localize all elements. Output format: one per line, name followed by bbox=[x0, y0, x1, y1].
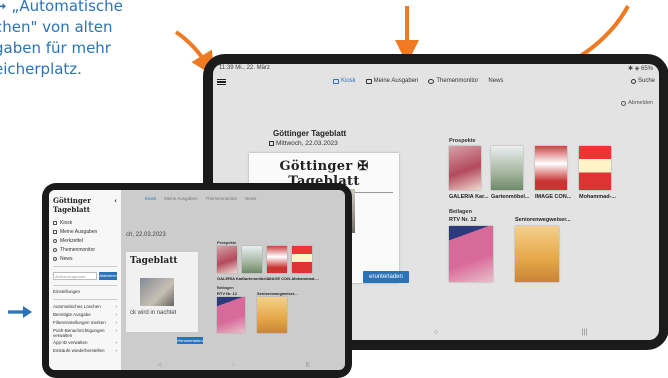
tab-themenmonitor[interactable]: Themenmonitor bbox=[428, 78, 478, 84]
beilage-thumb[interactable] bbox=[257, 297, 287, 333]
folder-icon bbox=[53, 229, 57, 234]
recents-icon[interactable]: ||| bbox=[306, 362, 310, 368]
beilage-thumb[interactable] bbox=[515, 226, 559, 282]
app-screen-drawer-open: Kiosk Meine Ausgaben Themenmonitor News … bbox=[49, 190, 345, 370]
search-button[interactable]: Suche bbox=[630, 78, 655, 84]
paper-date: Mittwoch, 22.03.2023 bbox=[269, 140, 338, 147]
beilagen-label: Beilagen bbox=[217, 285, 234, 290]
activation-code-input[interactable]: Aktivierungscode bbox=[53, 271, 97, 280]
beilage-thumb[interactable] bbox=[449, 226, 493, 282]
tab-themenmonitor[interactable]: Themenmonitor bbox=[206, 196, 238, 201]
setting-push[interactable]: Push-Benachrichtigungen verwalten › bbox=[49, 327, 121, 339]
drawer-item-kiosk[interactable]: Kiosk bbox=[49, 218, 121, 227]
close-drawer-icon[interactable]: ‹ bbox=[114, 196, 117, 214]
setting-required-issue[interactable]: Benötigte Ausgabe › bbox=[49, 311, 121, 319]
info-icon bbox=[621, 100, 627, 106]
drawer-item-news[interactable]: News bbox=[49, 254, 121, 263]
prospekt-thumb[interactable] bbox=[217, 246, 237, 273]
newspaper-cover[interactable]: Tageblatt ck wird in nachtet bbox=[126, 252, 198, 332]
news-icon bbox=[53, 256, 57, 261]
cover-photo bbox=[140, 278, 174, 306]
home-icon[interactable]: ○ bbox=[434, 329, 438, 336]
kiosk-icon bbox=[333, 78, 339, 84]
setting-restore[interactable]: Einkäufe wiederherstellen › bbox=[49, 347, 121, 355]
paper-title: Göttinger Tageblatt bbox=[273, 129, 347, 138]
prospekt-thumb[interactable] bbox=[267, 246, 287, 273]
tab-meine-ausgaben[interactable]: Meine Ausgaben bbox=[164, 196, 198, 201]
prospekt-caption: GALERIA Kar... bbox=[449, 194, 489, 200]
monitor-icon bbox=[428, 78, 435, 84]
drawer-item-merkzettel[interactable]: Merkzettel bbox=[49, 236, 121, 245]
beilage-caption: Seniorenwegweiser... bbox=[515, 217, 571, 223]
home-icon[interactable]: ○ bbox=[232, 362, 235, 368]
activate-button[interactable]: Aktivieren bbox=[99, 271, 117, 280]
arrow-to-menu bbox=[174, 30, 215, 77]
prospekt-thumb[interactable] bbox=[292, 246, 312, 273]
navigation-drawer: Göttinger Tageblatt ‹ Kiosk Meine Ausgab… bbox=[49, 190, 122, 370]
prospekt-thumb[interactable] bbox=[491, 146, 523, 190]
setting-app-id[interactable]: App-ID verwalten › bbox=[49, 339, 121, 347]
arrow-right-icon bbox=[8, 306, 32, 318]
hamburger-icon[interactable] bbox=[217, 77, 226, 86]
monitor-icon bbox=[53, 247, 57, 252]
beilage-thumb[interactable] bbox=[217, 297, 245, 333]
prospekt-thumb[interactable] bbox=[579, 146, 611, 190]
search-icon bbox=[630, 78, 636, 84]
prospekt-thumb[interactable] bbox=[535, 146, 567, 190]
download-button[interactable]: erunterladen bbox=[363, 271, 409, 283]
beilagen-label: Beilagen bbox=[449, 209, 472, 215]
drawer-item-themenmonitor[interactable]: Themenmonitor bbox=[49, 245, 121, 254]
prospekte-label: Prospekte bbox=[449, 138, 476, 144]
system-nav: ◁ ○ ||| bbox=[122, 360, 345, 370]
top-nav: Kiosk Meine Ausgaben Themenmonitor News … bbox=[213, 74, 659, 92]
tab-meine-ausgaben[interactable]: Meine Ausgaben bbox=[365, 78, 418, 84]
calendar-icon bbox=[269, 141, 274, 146]
back-icon[interactable]: ◁ bbox=[157, 362, 161, 368]
setting-filter[interactable]: Filtereinstellungen merken › bbox=[49, 319, 121, 327]
prospekt-thumb[interactable] bbox=[449, 146, 481, 190]
tab-news[interactable]: News bbox=[488, 78, 503, 84]
app-logo: Göttinger Tageblatt bbox=[53, 196, 91, 214]
beilage-caption: RTV Nr. 12 bbox=[449, 217, 477, 223]
tab-kiosk[interactable]: Kiosk bbox=[333, 78, 356, 84]
settings-header: Einstellungen bbox=[53, 289, 81, 294]
prospekt-caption: Gartenmöbel... bbox=[491, 194, 530, 200]
recents-icon[interactable]: ||| bbox=[582, 329, 587, 336]
prospekt-thumb[interactable] bbox=[242, 246, 262, 273]
kiosk-icon bbox=[53, 220, 57, 225]
logout-button[interactable]: Abmelden bbox=[621, 100, 653, 106]
paper-date: ch, 22.03.2023 bbox=[126, 232, 166, 238]
top-nav: Kiosk Meine Ausgaben Themenmonitor News bbox=[145, 196, 256, 201]
star-icon bbox=[53, 238, 57, 243]
status-bar: 11:39 Mi., 22. März ✱ ◈ 65% bbox=[219, 65, 653, 72]
download-button[interactable]: Herunterladen bbox=[177, 337, 203, 344]
prospekt-caption: Mohammad-... bbox=[579, 194, 616, 200]
prospekte-label: Prospekte bbox=[217, 240, 237, 245]
tablet-small: Kiosk Meine Ausgaben Themenmonitor News … bbox=[42, 183, 352, 378]
folder-icon bbox=[365, 78, 372, 84]
drawer-item-meine-ausgaben[interactable]: Meine Ausgaben bbox=[49, 227, 121, 236]
setting-auto-delete[interactable]: Automatisches Löschen › bbox=[49, 303, 121, 311]
tab-kiosk[interactable]: Kiosk bbox=[145, 196, 156, 201]
tab-news[interactable]: News bbox=[245, 196, 256, 201]
activation-row: Aktivierungscode Aktivieren bbox=[49, 270, 121, 282]
prospekt-caption: IMAGE CON... bbox=[535, 194, 572, 200]
